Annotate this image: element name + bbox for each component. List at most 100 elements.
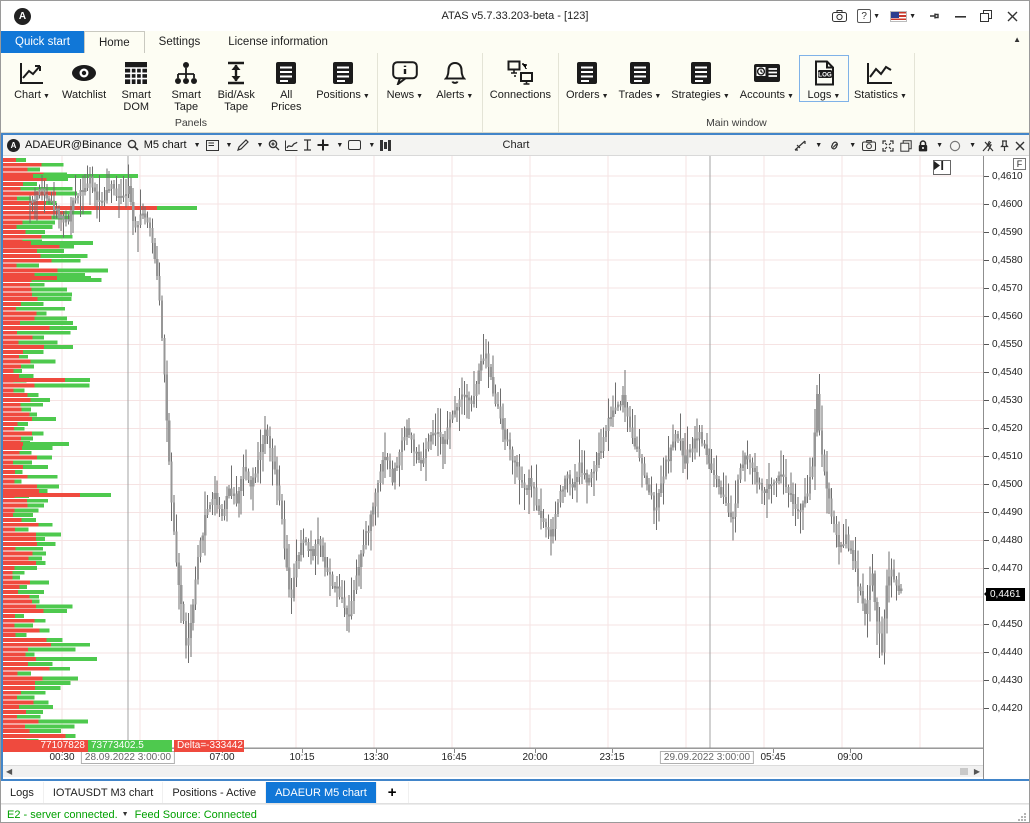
- session-date-label: 28.09.2022 3:00:00: [81, 751, 175, 764]
- screenshot-icon[interactable]: [828, 5, 850, 27]
- horizontal-scrollbar[interactable]: ◀ ▶: [3, 765, 983, 777]
- add-tab-button[interactable]: +: [377, 782, 409, 803]
- eye-icon: [70, 59, 98, 87]
- price-tick: 0,4440: [984, 648, 1023, 658]
- chart-plot-area[interactable]: 7710782873773402.5Delta=-333442: [3, 156, 983, 748]
- camera-icon[interactable]: [862, 140, 876, 151]
- help-icon[interactable]: ?▼: [854, 5, 883, 27]
- ribbon-tab-home[interactable]: Home: [84, 31, 145, 53]
- logs-button[interactable]: LOGLogs▼: [799, 55, 849, 102]
- bell-icon: [444, 59, 466, 87]
- dropdown-caret-icon: ▼: [602, 93, 609, 100]
- news-button[interactable]: News▼: [380, 55, 430, 102]
- chart-panel: A ADAEUR@Binance M5 chart▼▼▼▼▼ Chart ▼▼▼…: [1, 133, 1030, 781]
- time-label: 05:45: [760, 752, 785, 763]
- panel-icon[interactable]: [206, 140, 219, 151]
- price-tick: 0,4610: [984, 171, 1023, 181]
- smart-dom-label: Smart DOM: [122, 89, 151, 113]
- price-tick: 0,4420: [984, 704, 1023, 714]
- ribbon-tab-license-information[interactable]: License information: [214, 31, 342, 53]
- monitors-icon: [507, 59, 533, 87]
- cluster-icon[interactable]: [380, 140, 392, 151]
- accounts-button[interactable]: Accounts▼: [735, 55, 799, 102]
- time-label: 13:30: [363, 752, 388, 763]
- minimize-icon[interactable]: [949, 5, 971, 27]
- ribbon-tab-quick-start[interactable]: Quick start: [1, 31, 84, 53]
- shape-icon[interactable]: [348, 140, 361, 150]
- price-tick: 0,4580: [984, 255, 1023, 265]
- ribbon-group: News▼ Alerts▼: [378, 53, 483, 132]
- statistics-button[interactable]: Statistics▼: [849, 55, 912, 102]
- time-label: 23:15: [599, 752, 624, 763]
- orders-button[interactable]: Orders▼: [561, 55, 614, 102]
- zoom-in-icon[interactable]: [268, 139, 280, 151]
- dropdown-caret-icon: ▼: [256, 142, 263, 149]
- price-axis[interactable]: F 0,4461 0,46100,46000,45900,45800,45700…: [983, 156, 1029, 779]
- indicator-icon[interactable]: [285, 140, 298, 151]
- doc-icon: [576, 59, 598, 87]
- resize-grip[interactable]: [1017, 812, 1027, 822]
- pencil-icon[interactable]: [237, 139, 249, 151]
- scroll-left-icon[interactable]: ◀: [6, 767, 12, 777]
- price-tick: 0,4490: [984, 508, 1023, 518]
- feed-status-text: Feed Source: Connected: [135, 809, 257, 821]
- time-label: 09:00: [837, 752, 862, 763]
- lock-icon[interactable]: [918, 140, 928, 152]
- crosshair-plus-icon[interactable]: [317, 139, 329, 151]
- dropdown-caret-icon: ▼: [336, 142, 343, 149]
- workspace-tab-logs[interactable]: Logs: [1, 782, 44, 803]
- doc-icon: [690, 59, 712, 87]
- timeframe-select[interactable]: M5 chart: [144, 139, 187, 151]
- price-tick: 0,4570: [984, 283, 1023, 293]
- price-tick: 0,4480: [984, 536, 1023, 546]
- workspace-tab-adaeur-m5-chart[interactable]: ADAEUR M5 chart: [266, 782, 377, 803]
- link-icon[interactable]: [828, 140, 841, 151]
- pin-icon[interactable]: [923, 5, 945, 27]
- object-icon[interactable]: [303, 139, 312, 151]
- price-tick: 0,4530: [984, 395, 1023, 405]
- scroll-right-icon[interactable]: ▶: [974, 767, 980, 777]
- copy-icon[interactable]: [900, 140, 912, 152]
- close-icon[interactable]: [1015, 141, 1025, 151]
- dropdown-caret-icon: ▼: [226, 142, 233, 149]
- language-flag-icon[interactable]: ▼: [887, 5, 919, 27]
- instrument-label[interactable]: ADAEUR@Binance: [25, 139, 122, 151]
- bid-ask-tape-button[interactable]: Bid/Ask Tape: [211, 55, 261, 114]
- close-icon[interactable]: [1001, 5, 1023, 27]
- status-bar: E2 - server connected. ▼ Feed Source: Co…: [1, 804, 1029, 823]
- alerts-label: Alerts▼: [436, 89, 473, 101]
- fit-scale-button[interactable]: F: [1013, 158, 1026, 170]
- all-prices-button[interactable]: All Prices: [261, 55, 311, 114]
- strategies-button[interactable]: Strategies▼: [666, 55, 734, 102]
- ribbon-tab-settings[interactable]: Settings: [145, 31, 215, 53]
- circle-icon[interactable]: [949, 140, 961, 152]
- logdoc-icon: LOG: [812, 59, 836, 87]
- chart-icon: [19, 59, 45, 87]
- workspace-tab-positions-active[interactable]: Positions - Active: [163, 782, 266, 803]
- search-icon[interactable]: [127, 139, 139, 151]
- restore-icon[interactable]: [975, 5, 997, 27]
- smart-tape-button[interactable]: Smart Tape: [161, 55, 211, 114]
- go-to-realtime-button[interactable]: [933, 160, 951, 175]
- ribbon-group-main-window: Orders▼Trades▼Strategies▼Accounts▼LOGLog…: [559, 53, 915, 132]
- server-status-caret-icon[interactable]: ▼: [122, 811, 129, 818]
- trades-button[interactable]: Trades▼: [614, 55, 667, 102]
- bolt-icon[interactable]: [982, 140, 994, 152]
- watchlist-button[interactable]: Watchlist: [57, 55, 111, 102]
- fullscreen-icon[interactable]: [882, 140, 894, 152]
- alerts-button[interactable]: Alerts▼: [430, 55, 480, 102]
- news-label: News▼: [387, 89, 423, 101]
- workspace-tab-iotausdt-m3-chart[interactable]: IOTAUSDT M3 chart: [44, 782, 163, 803]
- connections-button[interactable]: Connections: [485, 55, 556, 102]
- price-tick: 0,4520: [984, 423, 1023, 433]
- watchlist-label: Watchlist: [62, 89, 106, 101]
- collapse-ribbon-icon[interactable]: ▲: [1013, 35, 1021, 44]
- smart-dom-button[interactable]: Smart DOM: [111, 55, 161, 114]
- price-tick: 0,4500: [984, 480, 1023, 490]
- pin-icon[interactable]: [1000, 140, 1009, 152]
- chart-button[interactable]: Chart▼: [7, 55, 57, 102]
- scrollbar-thumb[interactable]: [960, 768, 968, 775]
- atas-application-window: A ATAS v5.7.33.203-beta - [123] ?▼ ▼ Qui…: [0, 0, 1030, 823]
- ruler-icon[interactable]: [794, 140, 807, 151]
- positions-button[interactable]: Positions▼: [311, 55, 375, 102]
